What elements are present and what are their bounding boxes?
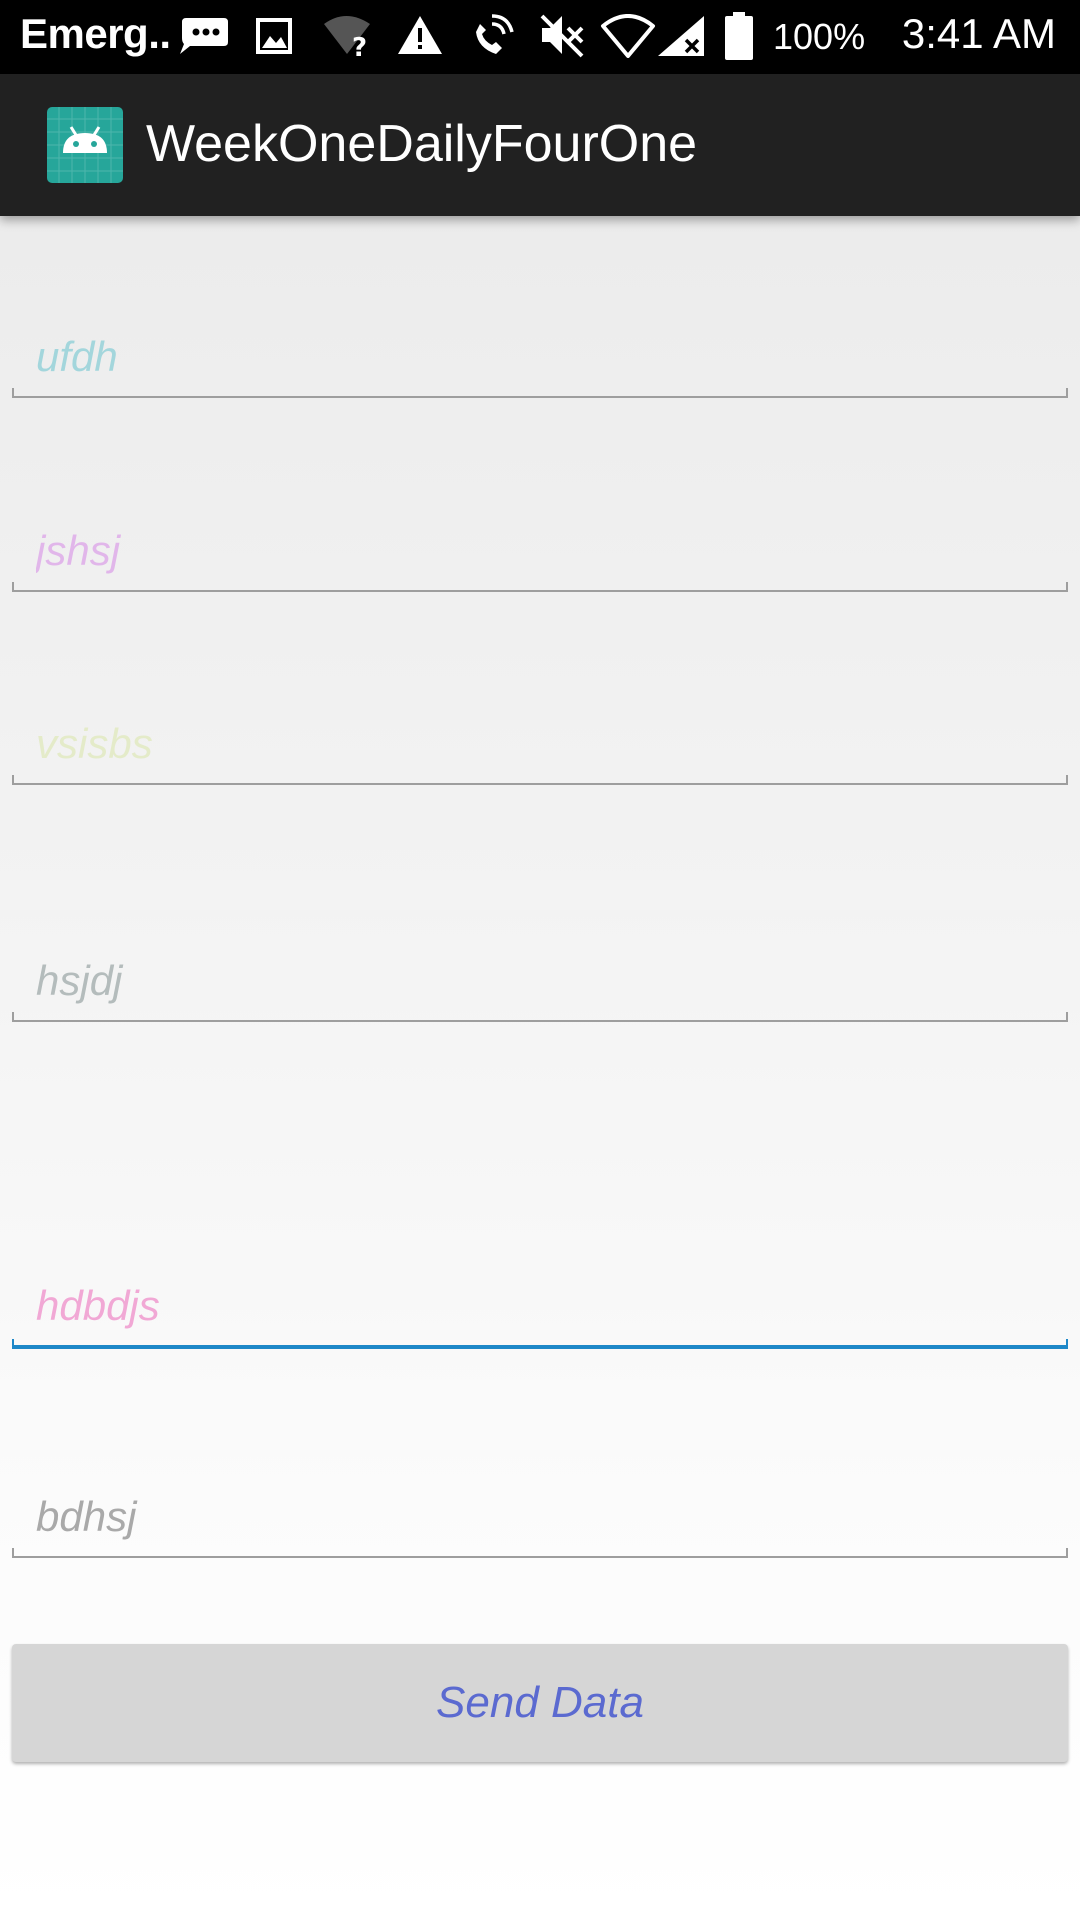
field-underline (12, 388, 1068, 398)
messages-icon (178, 16, 230, 66)
text-field-5[interactable] (12, 1271, 1068, 1349)
app-title: WeekOneDailyFourOne (146, 115, 698, 173)
status-icons: ? (178, 0, 768, 74)
image-icon (256, 18, 292, 68)
carrier-label: Emerg.. (20, 10, 171, 57)
status-bar: Emerg.. ? 100% 3:41 AM (0, 0, 1080, 74)
text-input-1[interactable] (12, 322, 1068, 392)
text-field-1[interactable] (12, 322, 1068, 398)
text-field-3[interactable] (12, 709, 1068, 785)
text-input-6[interactable] (12, 1482, 1068, 1552)
text-input-4[interactable] (12, 946, 1068, 1016)
app-bar: WeekOneDailyFourOne (0, 74, 1080, 216)
field-underline (12, 582, 1068, 592)
wifi-calling-icon (468, 12, 516, 62)
android-icon (47, 107, 123, 183)
battery-icon (724, 12, 754, 62)
no-signal-icon (656, 14, 708, 64)
send-data-button[interactable]: Send Data (12, 1644, 1068, 1762)
text-input-3[interactable] (12, 709, 1068, 779)
field-underline (12, 1548, 1068, 1558)
field-underline (12, 1012, 1068, 1022)
svg-text:?: ? (352, 33, 367, 58)
text-input-5[interactable] (12, 1271, 1068, 1341)
clock: 3:41 AM (901, 10, 1056, 57)
wifi-unknown-icon: ? (322, 14, 374, 64)
text-input-2[interactable] (12, 516, 1068, 586)
text-field-2[interactable] (12, 516, 1068, 592)
wifi-icon (600, 14, 656, 64)
warning-icon (396, 14, 444, 64)
battery-percent: 100% (773, 16, 866, 57)
field-underline (12, 775, 1068, 785)
mute-icon (538, 12, 586, 62)
text-field-6[interactable] (12, 1482, 1068, 1558)
field-underline-focused (12, 1339, 1068, 1349)
text-field-4[interactable] (12, 946, 1068, 1022)
